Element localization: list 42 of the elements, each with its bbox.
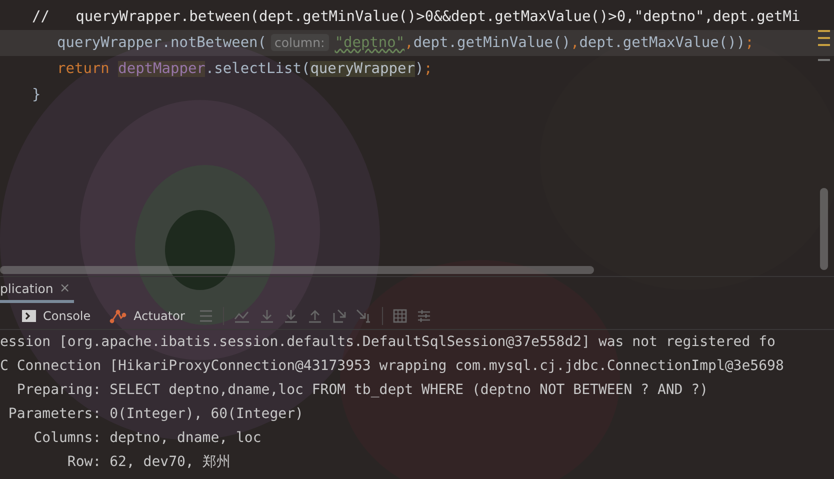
chart-icon[interactable] [234, 309, 250, 323]
keyword: , [404, 35, 414, 51]
console-line: ession [org.apache.ibatis.session.defaults.DefaultSqlSession@37e558d2] was not registered fo [0, 333, 776, 352]
settings-icon[interactable] [416, 310, 431, 322]
error-stripe-mark [818, 59, 830, 61]
code-text: queryWrapper.notBetween( [57, 35, 267, 51]
console-tab[interactable]: Console [18, 307, 95, 325]
field-name: deptMapper [118, 61, 206, 77]
parameter-hint: column: [270, 34, 329, 51]
variable-reference: queryWrapper [310, 61, 415, 77]
code-text: dept.getMinValue() [413, 35, 570, 51]
error-stripe-mark [818, 37, 830, 39]
graph-nodes-icon [108, 308, 127, 324]
code-text: } [32, 87, 41, 103]
menu-icon[interactable] [198, 310, 213, 322]
console-line: C Connection [HikariProxyConnection@43173953 wrapping com.mysql.cj.jdbc.ConnectionImpl@3e5698 [0, 357, 785, 376]
keyword: ; [424, 61, 432, 77]
console-line: Parameters: 0(Integer), 60(Integer) [7, 405, 304, 424]
close-icon[interactable]: × [59, 281, 70, 296]
keyword: return [57, 61, 110, 77]
code-text: ) [414, 61, 424, 77]
exit-icon[interactable] [332, 309, 346, 323]
code-text: .selectList( [205, 61, 310, 77]
horizontal-scrollbar[interactable] [0, 266, 594, 274]
table-icon[interactable] [392, 309, 407, 323]
error-stripe-mark [818, 30, 830, 32]
actuator-tab[interactable]: Actuator [104, 306, 189, 326]
keyword: ; [745, 35, 754, 51]
console-line: Preparing: SELECT deptno,dname,loc FROM tb_dept WHERE (deptno NOT BETWEEN ? AND ?) [16, 381, 710, 400]
vertical-scrollbar[interactable] [820, 188, 828, 270]
error-stripe-mark [818, 44, 830, 46]
run-tab[interactable]: plication × [0, 277, 74, 303]
console-line: Columns: deptno, dname, loc [32, 429, 262, 448]
download-icon[interactable] [260, 309, 274, 323]
code-text: // queryWrapper.between(dept.getMinValue()>0&&dept.getMaxValue()>0,"deptno",dept.getMi [32, 9, 800, 25]
upload-icon[interactable] [308, 309, 322, 323]
download-icon[interactable] [284, 309, 298, 323]
console-line: Row: 62, dev70, 郑州 [66, 453, 232, 472]
code-text: dept.getMaxValue()) [579, 35, 746, 51]
string-literal: "deptno" [334, 35, 405, 51]
terminal-icon [22, 309, 36, 323]
keyword: , [570, 35, 580, 51]
